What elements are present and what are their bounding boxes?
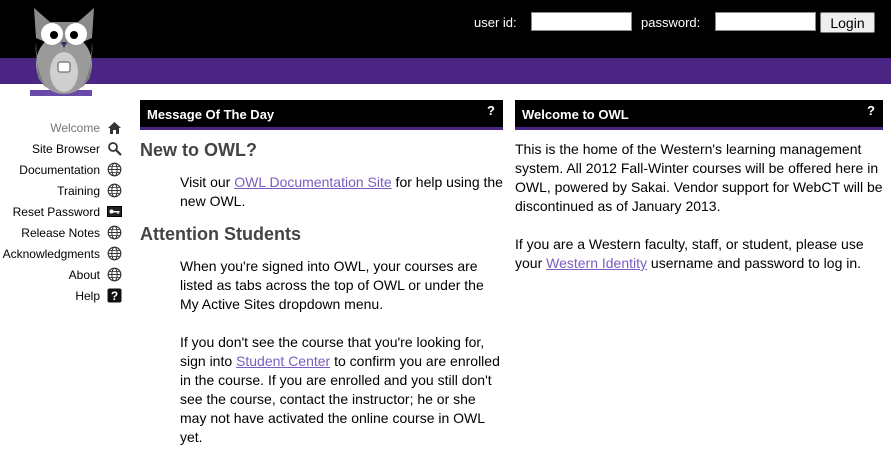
text: Visit our: [180, 174, 235, 190]
purple-band: [0, 58, 891, 84]
nav-label: Training: [57, 184, 100, 198]
question-icon: ?: [107, 288, 122, 303]
globe-icon: [107, 267, 122, 282]
text: username and password to log in.: [647, 255, 862, 271]
login-button[interactable]: Login: [820, 12, 875, 33]
owl-documentation-link[interactable]: OWL Documentation Site: [234, 174, 391, 190]
new-to-owl-text: Visit our OWL Documentation Site for hel…: [180, 173, 504, 211]
attention-paragraph-1: When you're signed into OWL, your course…: [180, 258, 484, 312]
nav-label: Welcome: [50, 121, 100, 135]
motd-help-button[interactable]: ?: [487, 103, 495, 118]
attention-students-heading: Attention Students: [140, 224, 301, 244]
nav-item-about[interactable]: About: [0, 265, 124, 286]
nav-item-site-browser[interactable]: Site Browser: [0, 139, 124, 160]
user-id-label: user id:: [474, 15, 517, 30]
owl-logo: [30, 8, 94, 96]
globe-icon: [107, 246, 122, 261]
nav-item-help[interactable]: Help ?: [0, 286, 124, 307]
svg-text:?: ?: [111, 289, 118, 303]
nav-item-acknowledgments[interactable]: Acknowledgments: [0, 244, 124, 265]
welcome-paragraph-2: If you are a Western faculty, staff, or …: [515, 235, 883, 273]
nav-item-documentation[interactable]: Documentation: [0, 160, 124, 181]
nav-label: Documentation: [19, 163, 100, 177]
nav-item-reset-password[interactable]: Reset Password: [0, 202, 124, 223]
nav-item-release-notes[interactable]: Release Notes: [0, 223, 124, 244]
motd-header: Message Of The Day ?: [140, 100, 503, 130]
search-icon: [108, 142, 122, 156]
globe-icon: [107, 183, 122, 198]
globe-icon: [107, 162, 122, 177]
welcome-help-button[interactable]: ?: [867, 103, 875, 118]
password-input[interactable]: [715, 12, 816, 31]
attention-paragraph-2: If you don't see the course that you're …: [180, 333, 504, 447]
user-id-input[interactable]: [531, 12, 632, 31]
nav-label: Acknowledgments: [2, 247, 100, 261]
motd-title: Message Of The Day: [147, 107, 275, 122]
password-label: password:: [641, 15, 701, 30]
welcome-body: This is the home of the Western's learni…: [515, 140, 883, 273]
welcome-header: Welcome to OWL ?: [515, 100, 883, 130]
home-icon: [108, 122, 121, 134]
welcome-paragraph-1: This is the home of the Western's learni…: [515, 141, 883, 214]
welcome-title: Welcome to OWL: [522, 107, 629, 122]
nav-item-welcome[interactable]: Welcome: [0, 118, 124, 139]
motd-body: New to OWL? Visit our OWL Documentation …: [140, 140, 504, 447]
nav-item-training[interactable]: Training: [0, 181, 124, 202]
nav-label: Site Browser: [31, 142, 100, 156]
key-icon: [107, 206, 122, 217]
nav-label: Help: [75, 289, 100, 303]
globe-icon: [107, 225, 122, 240]
nav-label: Reset Password: [12, 205, 100, 219]
student-center-link[interactable]: Student Center: [236, 353, 330, 369]
western-identity-link[interactable]: Western Identity: [546, 255, 647, 271]
left-nav: Welcome Site Browser Documentation Train…: [0, 118, 124, 307]
new-to-owl-heading: New to OWL?: [140, 140, 257, 160]
nav-label: Release Notes: [21, 226, 100, 240]
nav-label: About: [68, 268, 100, 282]
